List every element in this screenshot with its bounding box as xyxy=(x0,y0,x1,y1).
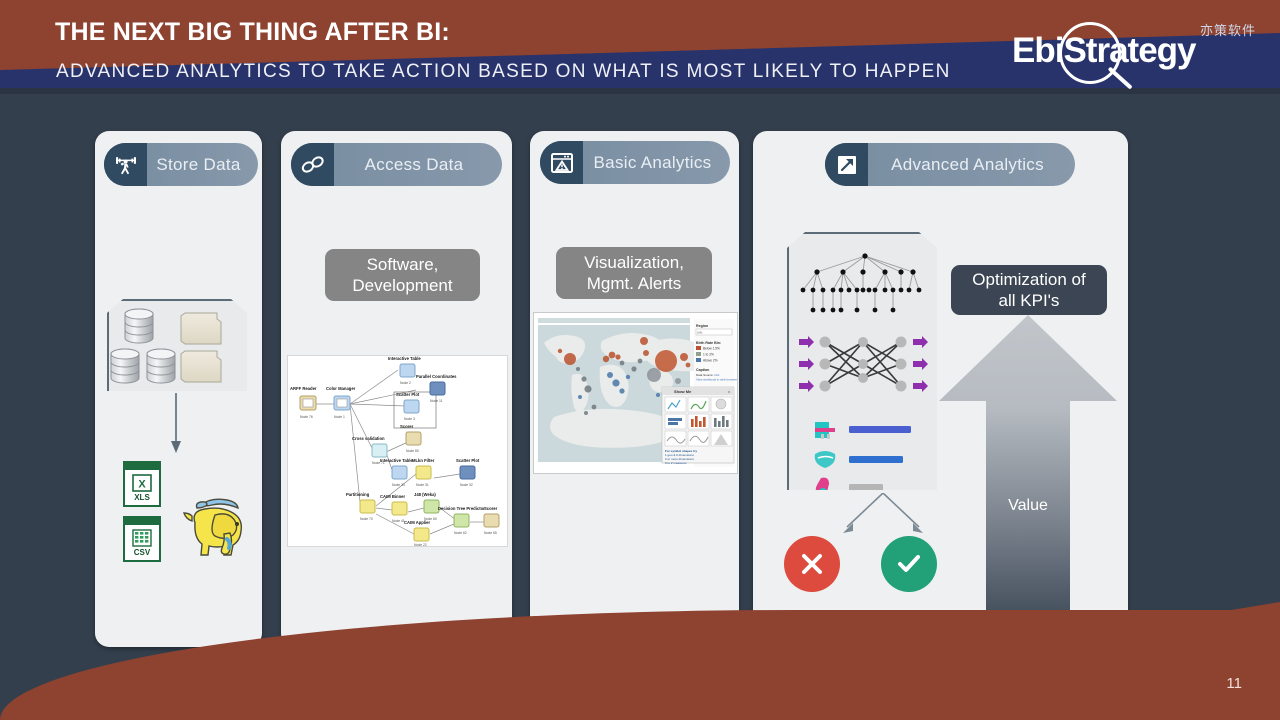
svg-text:MLkn Filter: MLkn Filter xyxy=(412,458,435,463)
svg-text:Node 71: Node 71 xyxy=(372,461,385,465)
product-affinity-bars xyxy=(814,422,911,490)
database-storage-group xyxy=(107,299,247,391)
tableau-world-map-dashboard: Region (All) Birth Rate Bin: Below 1.5% … xyxy=(533,312,738,474)
svg-text:Node 31: Node 31 xyxy=(416,483,429,487)
svg-text:(All): (All) xyxy=(697,331,702,335)
svg-text:Node 65: Node 65 xyxy=(484,531,497,535)
caption-line-1: Visualization, xyxy=(584,252,684,272)
svg-text:Parallel Coordinates: Parallel Coordinates xyxy=(416,374,457,379)
svg-text:Scorer: Scorer xyxy=(484,506,498,511)
page-subtitle: ADVANCED ANALYTICS TO TAKE ACTION BASED … xyxy=(56,61,951,82)
slide-canvas: THE NEXT BIG THING AFTER BI: ADVANCED AN… xyxy=(0,0,1280,720)
flow-arrow-down xyxy=(171,393,181,453)
svg-text:Node 22: Node 22 xyxy=(414,543,427,546)
svg-text:Node 1: Node 1 xyxy=(334,415,345,419)
file-label: CSV xyxy=(133,548,151,557)
svg-text:Show Me: Show Me xyxy=(674,389,692,394)
panel-advanced-analytics[interactable]: Advanced Analytics Optimization of all K… xyxy=(753,131,1128,647)
arrow-up-right-icon xyxy=(825,143,868,186)
svg-text:Scatter Plot: Scatter Plot xyxy=(456,458,480,463)
pill-advanced-analytics[interactable]: Advanced Analytics xyxy=(825,143,1075,186)
pill-store-data[interactable]: Store Data xyxy=(104,143,258,186)
svg-text:Above 2%: Above 2% xyxy=(703,359,718,363)
panel-access-data[interactable]: Access Data Software, Development ARFF R… xyxy=(281,131,512,647)
svg-text:x: x xyxy=(728,389,730,394)
panel-basic-analytics[interactable]: Basic Analytics Visualization, Mgmt. Ale… xyxy=(530,131,739,647)
pill-label: Basic Analytics xyxy=(593,152,712,172)
caption-line-1: Optimization of xyxy=(972,269,1086,289)
svg-text:Below 1.5%: Below 1.5% xyxy=(703,347,720,351)
svg-text:X: X xyxy=(138,479,146,491)
panel-store-data[interactable]: Store Data X XLS CSV xyxy=(95,131,262,647)
value-arrow: Value xyxy=(937,311,1119,647)
value-label: Value xyxy=(1008,497,1048,514)
pill-label: Access Data xyxy=(364,154,464,174)
svg-text:Node 33: Node 33 xyxy=(392,483,405,487)
svg-text:Node 70: Node 70 xyxy=(360,517,373,521)
chain-link-icon xyxy=(291,143,334,186)
csv-file-icon: CSV xyxy=(123,516,161,562)
window-alert-icon xyxy=(540,141,583,184)
model-tag-box xyxy=(787,232,937,490)
magnifying-glass-icon xyxy=(1059,22,1121,84)
svg-text:Node 76: Node 76 xyxy=(300,415,313,419)
svg-text:Cross validation: Cross validation xyxy=(352,436,385,441)
decision-branch-arrows xyxy=(843,493,923,533)
cross-icon[interactable] xyxy=(784,536,840,592)
caption-line-2: Development xyxy=(352,276,453,295)
svg-text:Data Source: CIA: Data Source: CIA xyxy=(696,373,719,377)
svg-text:Scatter Plot: Scatter Plot xyxy=(396,392,420,397)
svg-text:Scorer: Scorer xyxy=(400,424,414,429)
svg-text:0 to 2 measures: 0 to 2 measures xyxy=(665,461,687,465)
weightlifter-icon xyxy=(104,143,147,186)
knime-workflow-diagram: ARFF Reader Color Manager Interactive Ta… xyxy=(287,355,508,547)
svg-text:Decision Tree Predictor: Decision Tree Predictor xyxy=(438,506,485,511)
pill-label: Store Data xyxy=(156,154,241,174)
svg-text:Node 60: Node 60 xyxy=(424,517,437,521)
page-title: THE NEXT BIG THING AFTER BI: xyxy=(55,18,450,46)
svg-text:J48 (Weka): J48 (Weka) xyxy=(414,492,436,497)
svg-text:Node 2: Node 2 xyxy=(400,381,411,385)
svg-text:Partitioning: Partitioning xyxy=(346,492,370,497)
svg-text:ARFF Reader: ARFF Reader xyxy=(290,386,317,391)
pill-label: Advanced Analytics xyxy=(891,154,1044,174)
svg-text:CAIM Binner: CAIM Binner xyxy=(380,494,405,499)
caption-visualization-alerts: Visualization, Mgmt. Alerts xyxy=(556,247,712,299)
caption-optimization-kpis: Optimization of all KPI's xyxy=(951,265,1107,315)
svg-text:Interactive Table: Interactive Table xyxy=(380,458,413,463)
logo-chinese-text: 亦策软件 xyxy=(1199,23,1256,38)
svg-text:Node 41: Node 41 xyxy=(392,519,405,523)
caption-line-2: all KPI's xyxy=(998,291,1060,310)
caption-line-2: Mgmt. Alerts xyxy=(586,274,682,293)
page-number: 11 xyxy=(1226,675,1242,692)
caption-software-development: Software, Development xyxy=(325,249,480,301)
check-icon[interactable] xyxy=(881,536,937,592)
neural-network-diagram xyxy=(799,336,928,392)
svg-text:Node 32: Node 32 xyxy=(460,483,473,487)
hadoop-elephant-icon xyxy=(183,498,243,556)
excel-file-icon: X XLS xyxy=(123,461,161,507)
company-logo: 亦策软件 EbiStrategy xyxy=(1012,14,1262,90)
svg-text:Interactive Table: Interactive Table xyxy=(388,356,421,361)
header-base-strip xyxy=(0,88,1280,94)
file-label: XLS xyxy=(134,493,150,502)
svg-text:Node 11: Node 11 xyxy=(430,399,443,403)
svg-text:Node 62: Node 62 xyxy=(454,531,467,535)
svg-text:Birth Rate Bin:: Birth Rate Bin: xyxy=(696,341,721,345)
decision-tree-diagram xyxy=(800,253,922,313)
caption-line-1: Software, xyxy=(366,254,439,274)
svg-text:Color Manager: Color Manager xyxy=(326,386,356,391)
svg-text:Node 80: Node 80 xyxy=(406,449,419,453)
svg-text:Node 3: Node 3 xyxy=(404,417,415,421)
svg-text:View workbook in web browser: View workbook in web browser xyxy=(696,378,737,382)
svg-text:Caption: Caption xyxy=(696,368,709,372)
pill-basic-analytics[interactable]: Basic Analytics xyxy=(540,141,730,184)
pill-access-data[interactable]: Access Data xyxy=(291,143,502,186)
svg-text:Region: Region xyxy=(696,324,708,328)
svg-text:1 to 2%: 1 to 2% xyxy=(703,353,714,357)
